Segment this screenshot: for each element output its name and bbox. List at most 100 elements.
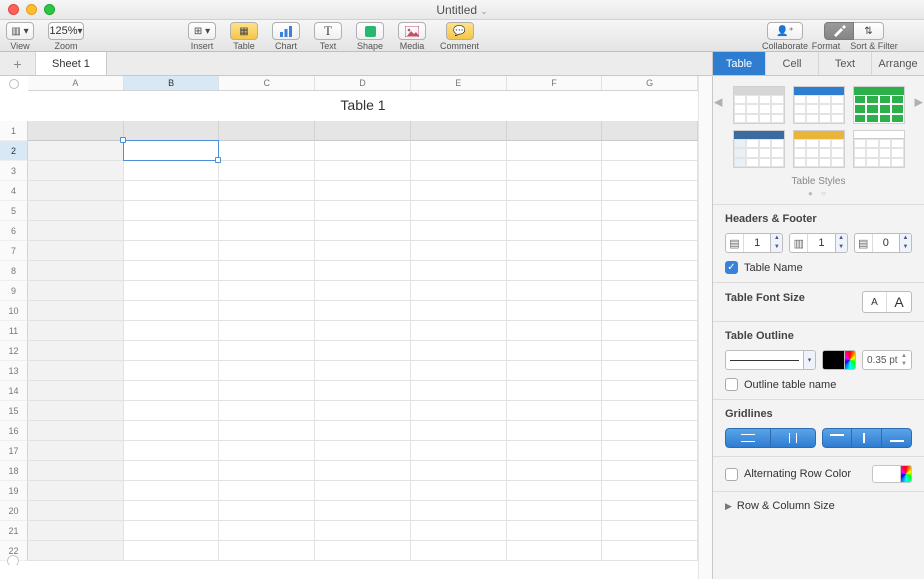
cell[interactable] bbox=[602, 501, 698, 521]
cell[interactable] bbox=[315, 341, 411, 361]
cell[interactable] bbox=[28, 421, 124, 441]
row-header[interactable]: 12 bbox=[0, 341, 28, 361]
gridlines-header-seg[interactable] bbox=[822, 428, 913, 448]
cell[interactable] bbox=[28, 361, 124, 381]
col-header-F[interactable]: F bbox=[507, 76, 603, 90]
cell[interactable] bbox=[507, 501, 603, 521]
text-button[interactable]: T bbox=[314, 22, 342, 40]
cell[interactable] bbox=[507, 401, 603, 421]
cell[interactable] bbox=[602, 541, 698, 561]
row-header[interactable]: 15 bbox=[0, 401, 28, 421]
font-size-segmented[interactable]: AA bbox=[862, 291, 912, 313]
cell[interactable] bbox=[315, 521, 411, 541]
alt-row-color-well[interactable] bbox=[872, 465, 912, 483]
cell[interactable] bbox=[411, 541, 507, 561]
cell[interactable] bbox=[411, 321, 507, 341]
cell[interactable] bbox=[219, 301, 315, 321]
cell[interactable] bbox=[219, 281, 315, 301]
cell[interactable] bbox=[315, 481, 411, 501]
cell[interactable] bbox=[411, 381, 507, 401]
cell[interactable] bbox=[507, 421, 603, 441]
row-header[interactable]: 13 bbox=[0, 361, 28, 381]
cell[interactable] bbox=[315, 241, 411, 261]
tab-table[interactable]: Table bbox=[713, 52, 766, 75]
cell[interactable] bbox=[28, 521, 124, 541]
row-header[interactable]: 3 bbox=[0, 161, 28, 181]
cell[interactable] bbox=[28, 141, 124, 161]
table-style-1[interactable] bbox=[733, 86, 785, 124]
row-col-size-disclosure[interactable]: ▶ Row & Column Size bbox=[725, 500, 912, 512]
col-header-G[interactable]: G bbox=[602, 76, 698, 90]
cell[interactable] bbox=[219, 461, 315, 481]
cell[interactable] bbox=[507, 481, 603, 501]
cell[interactable] bbox=[28, 461, 124, 481]
cell[interactable] bbox=[411, 141, 507, 161]
cell[interactable] bbox=[507, 361, 603, 381]
row-header[interactable]: 8 bbox=[0, 261, 28, 281]
cell[interactable] bbox=[124, 141, 220, 161]
cell[interactable] bbox=[124, 201, 220, 221]
styles-prev-icon[interactable]: ◀ bbox=[714, 96, 722, 109]
cell[interactable] bbox=[507, 261, 603, 281]
shape-button[interactable] bbox=[356, 22, 384, 40]
cell[interactable] bbox=[28, 541, 124, 561]
cell[interactable] bbox=[315, 301, 411, 321]
tab-cell[interactable]: Cell bbox=[766, 52, 819, 75]
cell[interactable] bbox=[507, 381, 603, 401]
cell[interactable] bbox=[602, 381, 698, 401]
selection-handle[interactable] bbox=[120, 137, 126, 143]
cell[interactable] bbox=[602, 161, 698, 181]
font-smaller-button[interactable]: A bbox=[863, 292, 887, 312]
row-header[interactable]: 17 bbox=[0, 441, 28, 461]
cell[interactable] bbox=[28, 121, 124, 141]
cell[interactable] bbox=[124, 301, 220, 321]
cell[interactable] bbox=[219, 481, 315, 501]
grid[interactable]: 12345678910111213141516171819202122 bbox=[0, 121, 698, 561]
cell[interactable] bbox=[507, 301, 603, 321]
grid-h-icon[interactable] bbox=[725, 428, 771, 448]
cell[interactable] bbox=[315, 261, 411, 281]
cell[interactable] bbox=[124, 481, 220, 501]
cell[interactable] bbox=[411, 301, 507, 321]
cell[interactable] bbox=[219, 321, 315, 341]
cell[interactable] bbox=[315, 461, 411, 481]
cell[interactable] bbox=[28, 441, 124, 461]
cell[interactable] bbox=[602, 441, 698, 461]
cell[interactable] bbox=[602, 261, 698, 281]
cell[interactable] bbox=[124, 421, 220, 441]
table-style-4[interactable] bbox=[733, 130, 785, 168]
cell[interactable] bbox=[411, 161, 507, 181]
cell[interactable] bbox=[507, 541, 603, 561]
table-style-5[interactable] bbox=[793, 130, 845, 168]
cell[interactable] bbox=[315, 201, 411, 221]
cell[interactable] bbox=[411, 261, 507, 281]
cell[interactable] bbox=[219, 401, 315, 421]
cell[interactable] bbox=[28, 181, 124, 201]
cell[interactable] bbox=[602, 301, 698, 321]
cell[interactable] bbox=[28, 161, 124, 181]
cell[interactable] bbox=[124, 461, 220, 481]
alt-row-checkbox[interactable] bbox=[725, 468, 738, 481]
cell[interactable] bbox=[315, 141, 411, 161]
cell[interactable] bbox=[602, 401, 698, 421]
outline-color-well[interactable] bbox=[822, 350, 856, 370]
cell[interactable] bbox=[124, 161, 220, 181]
cell[interactable] bbox=[602, 181, 698, 201]
cell[interactable] bbox=[124, 341, 220, 361]
cell[interactable] bbox=[124, 261, 220, 281]
cell[interactable] bbox=[411, 121, 507, 141]
row-header[interactable]: 1 bbox=[0, 121, 28, 141]
vertical-scrollbar[interactable] bbox=[698, 76, 712, 579]
row-header[interactable]: 5 bbox=[0, 201, 28, 221]
cell[interactable] bbox=[28, 321, 124, 341]
cell[interactable] bbox=[411, 441, 507, 461]
row-header[interactable]: 10 bbox=[0, 301, 28, 321]
insert-button[interactable]: ⊞ ▾ bbox=[188, 22, 216, 40]
grid-v-icon[interactable] bbox=[771, 428, 816, 448]
cell[interactable] bbox=[507, 161, 603, 181]
chart-button[interactable] bbox=[272, 22, 300, 40]
cell[interactable] bbox=[602, 341, 698, 361]
cell[interactable] bbox=[124, 521, 220, 541]
cell[interactable] bbox=[602, 241, 698, 261]
row-header[interactable]: 6 bbox=[0, 221, 28, 241]
